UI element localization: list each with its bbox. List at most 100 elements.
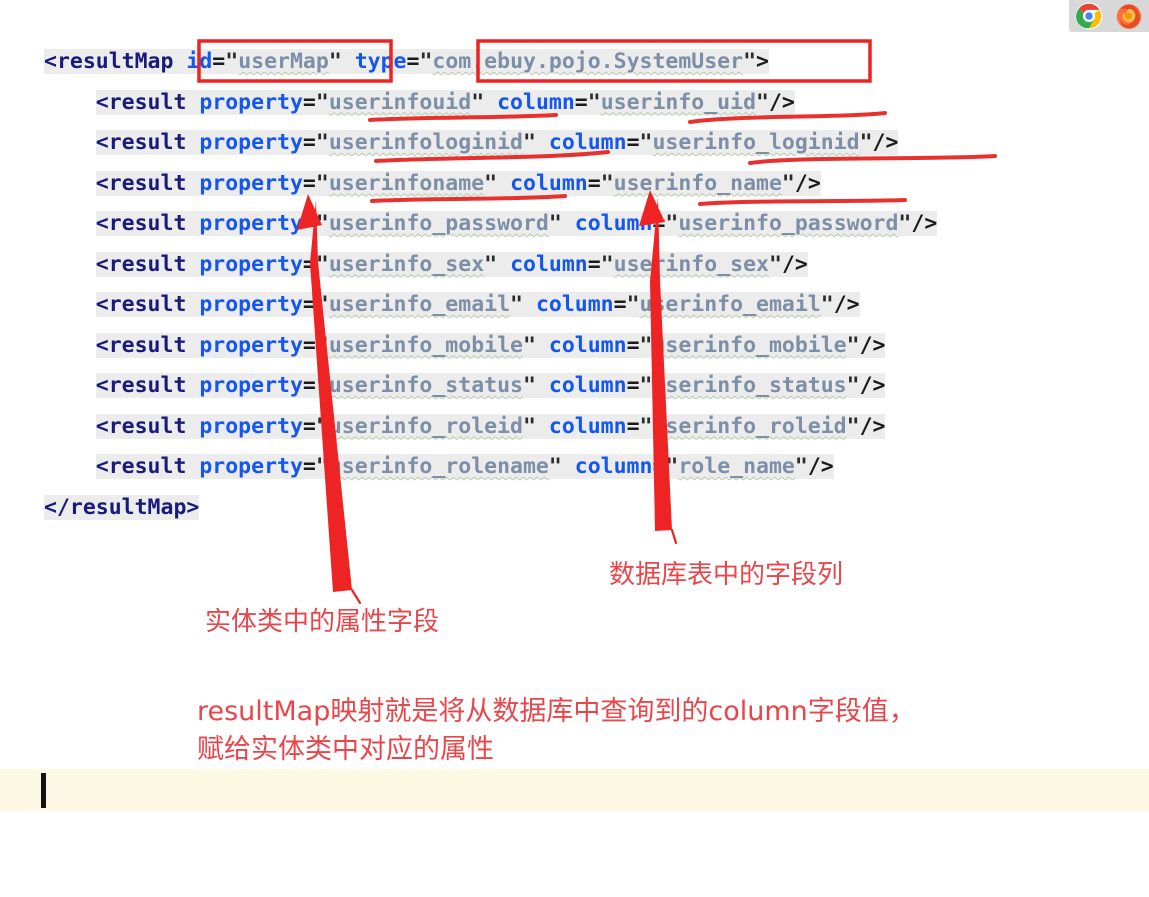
- xml-equals: =: [302, 413, 316, 439]
- annotation-label-column: 数据库表中的字段列: [609, 560, 844, 590]
- xml-quote: ": [548, 211, 562, 236]
- chrome-icon-svg: [1075, 2, 1103, 30]
- code-line-text: <result property="userinfo_sex" column="…: [95, 251, 808, 277]
- xml-quote: ": [315, 454, 329, 479]
- xml-attribute-name: property: [199, 89, 303, 115]
- xml-quote: ": [756, 89, 769, 115]
- xml-quote: ": [600, 170, 614, 196]
- xml-equals: =: [626, 413, 640, 439]
- xml-attribute-value: userinfologinid: [328, 130, 523, 155]
- xml-attribute-value: com.ebuy.pojo.SystemUser: [432, 49, 744, 74]
- xml-attribute-name: column: [510, 251, 588, 277]
- xml-attribute-value: userinfo_status: [328, 373, 523, 398]
- xml-attribute-value: userinfo_status: [652, 373, 847, 398]
- xml-tag-close: />: [833, 292, 860, 317]
- firefox-icon[interactable]: [1115, 2, 1143, 30]
- xml-quote: ": [548, 454, 562, 479]
- xml-attribute-value: userMap: [238, 49, 329, 74]
- xml-attribute-value: role_name: [678, 454, 795, 479]
- code-line-text: <resultMap id="userMap" type="com.ebuy.p…: [44, 49, 769, 74]
- code-block[interactable]: <resultMap id="userMap" type="com.ebuy.p…: [44, 42, 938, 529]
- xml-tag-close: >: [756, 49, 769, 74]
- annotation-summary-line-2: 赋给实体类中对应的属性: [197, 734, 494, 765]
- xml-quote: ": [665, 211, 679, 236]
- xml-attribute-name: column: [548, 130, 627, 155]
- xml-attribute-value: userinfo_roleid: [652, 413, 847, 439]
- xml-quote: ": [846, 332, 860, 358]
- xml-equals: =: [302, 170, 316, 196]
- browser-icon-tray: [1069, 0, 1149, 32]
- xml-quote: ": [600, 251, 614, 277]
- xml-quote: ": [626, 292, 640, 317]
- xml-quote: ": [484, 251, 498, 277]
- code-line[interactable]: <result property="userinfo_sex" column="…: [44, 245, 937, 286]
- xml-tag: <result: [95, 373, 187, 398]
- xml-attribute-value: userinfo_rolename: [328, 454, 549, 479]
- xml-tag-close: />: [911, 211, 938, 236]
- xml-quote: ": [522, 373, 536, 398]
- xml-tag-close: />: [807, 454, 834, 479]
- xml-quote: ": [794, 454, 808, 479]
- xml-tag: <resultMap: [44, 49, 174, 74]
- xml-equals: =: [302, 89, 316, 115]
- xml-quote: ": [522, 130, 536, 155]
- bottom-highlight-band: [0, 769, 1149, 811]
- xml-equals: =: [302, 454, 316, 479]
- xml-tag: <result: [95, 89, 187, 115]
- code-indent: [44, 211, 96, 236]
- code-line[interactable]: <resultMap id="userMap" type="com.ebuy.p…: [44, 42, 937, 83]
- xml-tag: <result: [95, 251, 187, 277]
- code-line-text: <result property="userinfo_status" colum…: [95, 373, 886, 398]
- xml-attribute-name: property: [199, 211, 303, 236]
- code-line[interactable]: <result property="userinfoname" column="…: [44, 164, 937, 205]
- code-line-text: <result property="userinfoname" column="…: [95, 170, 821, 196]
- xml-tag-close: />: [768, 89, 795, 115]
- xml-attribute-value: userinfo_email: [639, 292, 821, 317]
- code-indent: [44, 332, 96, 358]
- code-line-text: </resultMap>: [44, 494, 200, 520]
- xml-tag-close: />: [859, 413, 886, 439]
- xml-quote: ": [225, 49, 239, 74]
- xml-equals: =: [626, 373, 640, 398]
- xml-quote: ": [665, 454, 679, 479]
- text-cursor-caret: [41, 773, 46, 808]
- code-indent: [44, 454, 96, 479]
- firefox-icon-svg: [1116, 4, 1142, 29]
- xml-attribute-value: userinfo_password: [328, 211, 549, 236]
- xml-attribute-name: property: [199, 332, 303, 358]
- xml-attribute-name: column: [497, 89, 575, 115]
- xml-equals: =: [302, 332, 316, 358]
- xml-equals: =: [212, 49, 226, 74]
- xml-quote: ": [315, 170, 329, 196]
- code-line[interactable]: <result property="userinfo_rolename" col…: [44, 447, 937, 488]
- xml-equals: =: [626, 332, 640, 358]
- xml-attribute-name: column: [548, 332, 627, 358]
- xml-equals: =: [302, 211, 316, 236]
- xml-quote: ": [471, 89, 485, 115]
- xml-tag: <result: [95, 211, 187, 236]
- xml-quote: ": [639, 373, 653, 398]
- xml-quote: ": [639, 332, 653, 358]
- xml-quote: ": [315, 292, 329, 317]
- code-line[interactable]: <result property="userinfouid" column="u…: [44, 83, 937, 124]
- code-line[interactable]: <result property="userinfo_mobile" colum…: [44, 326, 937, 367]
- code-line[interactable]: <result property="userinfologinid" colum…: [44, 123, 937, 164]
- xml-attribute-value: userinfo_password: [678, 211, 899, 236]
- code-line[interactable]: <result property="userinfo_status" colum…: [44, 366, 937, 407]
- code-line[interactable]: <result property="userinfo_password" col…: [44, 204, 938, 245]
- xml-quote: ": [484, 170, 498, 196]
- xml-equals: =: [406, 49, 420, 74]
- xml-quote: ": [315, 413, 329, 439]
- xml-quote: ": [315, 332, 329, 358]
- xml-attribute-value: userinfo_name: [613, 170, 782, 196]
- xml-tag: <result: [95, 332, 187, 358]
- code-line[interactable]: <result property="userinfo_email" column…: [44, 285, 937, 326]
- code-line[interactable]: </resultMap>: [44, 488, 937, 529]
- xml-quote: ": [510, 292, 523, 317]
- xml-tag-close: />: [781, 251, 808, 277]
- chrome-icon[interactable]: [1075, 2, 1103, 30]
- xml-quote: ": [315, 211, 329, 236]
- code-line-text: <result property="userinfo_password" col…: [95, 211, 938, 236]
- code-line[interactable]: <result property="userinfo_roleid" colum…: [44, 407, 937, 448]
- xml-quote: ": [328, 49, 342, 74]
